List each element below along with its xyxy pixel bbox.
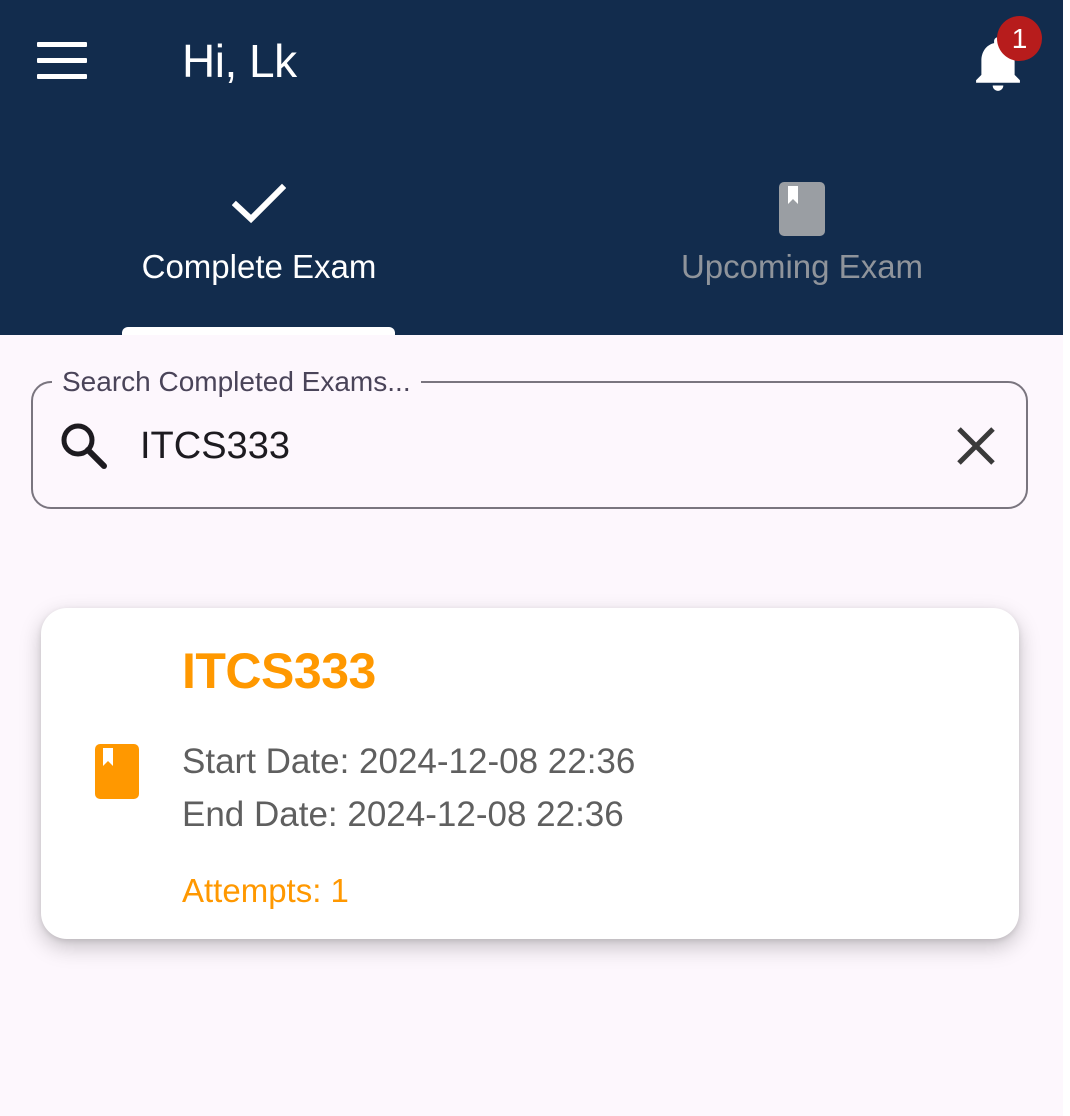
menu-button[interactable] [26,30,98,92]
tab-label: Upcoming Exam [680,248,924,285]
book-icon [95,744,139,799]
search-input[interactable] [140,418,900,474]
check-icon [232,183,286,224]
tab-label: Complete Exam [141,248,377,285]
app-screen: Hi, Lk 1 Complete Exam Upcoming Exam Sea… [0,0,1063,1116]
tab-complete-exam[interactable]: Complete Exam [100,160,418,335]
notification-badge: 1 [997,16,1042,61]
book-icon [779,182,825,236]
search-field-label: Search Completed Exams... [52,364,421,400]
tab-upcoming-exam[interactable]: Upcoming Exam [640,160,964,335]
clear-search-button[interactable] [946,418,1006,474]
app-bar: Hi, Lk 1 Complete Exam Upcoming Exam [0,0,1063,335]
exam-card[interactable]: ITCS333 Start Date: 2024-12-08 22:36 End… [41,608,1019,939]
close-icon [957,427,995,465]
search-icon [61,423,107,469]
exam-end-date: End Date: 2024-12-08 22:36 [182,795,624,834]
exam-start-date: Start Date: 2024-12-08 22:36 [182,742,636,781]
exam-attempts: Attempts: 1 [182,872,349,909]
greeting-title: Hi, Lk [182,35,297,87]
active-tab-indicator [122,327,395,335]
hamburger-menu-icon [37,42,87,79]
exam-title: ITCS333 [182,643,376,699]
